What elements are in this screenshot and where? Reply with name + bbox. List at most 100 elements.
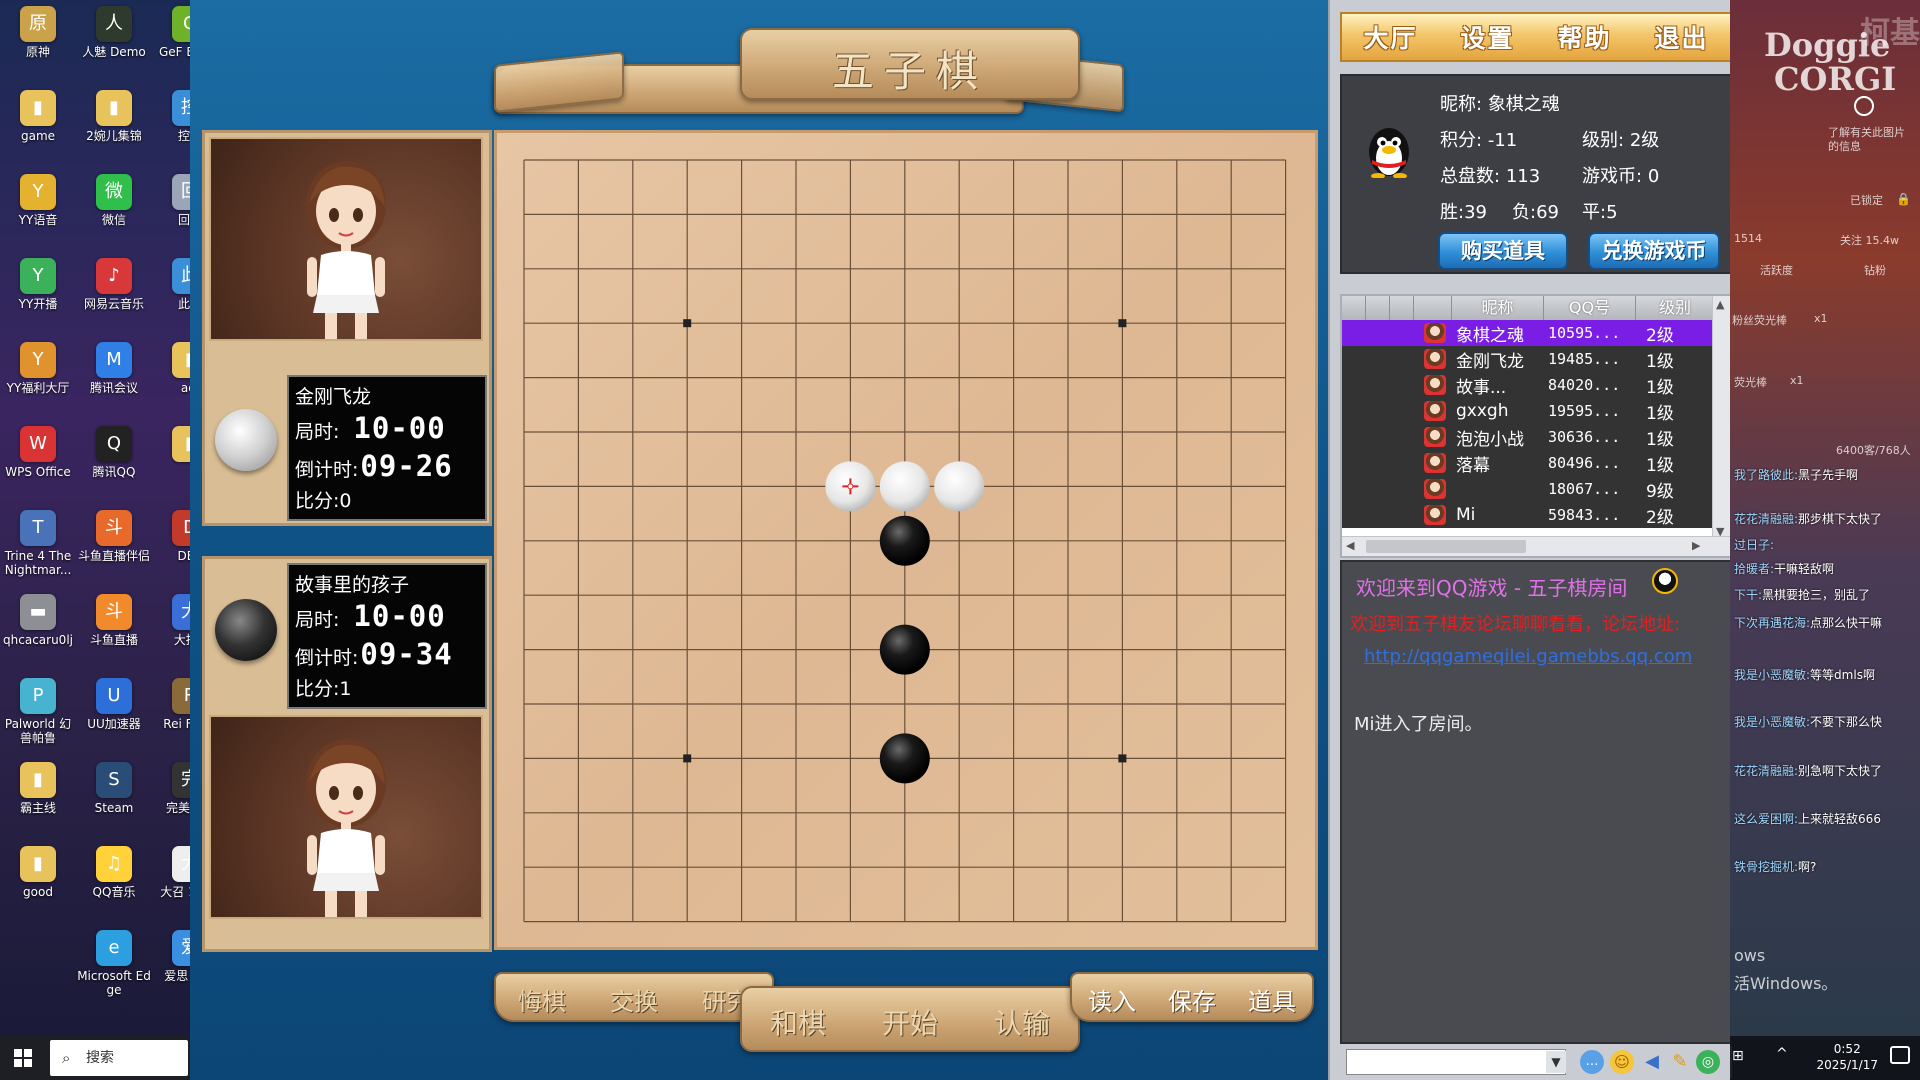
- desktop-icon[interactable]: 回回收: [152, 168, 190, 252]
- globe-icon[interactable]: ◎: [1696, 1050, 1720, 1074]
- desktop-icon[interactable]: P Palworld 幻兽帕鲁: [0, 672, 76, 756]
- danmaku-message: 我是小恶魔敏:不要下那么快: [1734, 713, 1882, 730]
- wrench-icon[interactable]: ✎: [1668, 1050, 1692, 1074]
- action-button[interactable]: 悔棋: [518, 982, 566, 1017]
- menu-exit[interactable]: 退出: [1654, 19, 1708, 55]
- desktop-icon[interactable]: Q 腾讯QQ: [76, 420, 152, 504]
- desktop-icon[interactable]: ▮: [152, 420, 190, 504]
- player-row[interactable]: 落幕 80496... 1级: [1342, 450, 1714, 476]
- lens-icon[interactable]: [1854, 96, 1874, 116]
- app-icon: 大: [172, 594, 190, 630]
- buy-item-button[interactable]: 购买道具: [1438, 232, 1568, 270]
- scroll-right-icon[interactable]: ▶: [1692, 539, 1700, 552]
- desktop-icon[interactable]: M 腾讯会议: [76, 336, 152, 420]
- dropdown-arrow-icon[interactable]: ▼: [1546, 1051, 1566, 1073]
- desktop-icon[interactable]: U UU加速器: [76, 672, 152, 756]
- desktop-icon[interactable]: 微微信: [76, 168, 152, 252]
- desktop-icon[interactable]: W WPS Office: [0, 420, 76, 504]
- player-list-hscroll[interactable]: ◀ ▶: [1342, 536, 1730, 556]
- desktop-icon[interactable]: 大大拼A: [152, 588, 190, 672]
- desktop-icon[interactable]: 此此电: [152, 252, 190, 336]
- desktop-icon[interactable]: ▮ good: [0, 840, 76, 924]
- taskbar-search[interactable]: ⌕ 搜索: [50, 1040, 188, 1076]
- desktop-icon[interactable]: ▮ 2婉儿集锦: [76, 84, 152, 168]
- scroll-thumb[interactable]: [1366, 540, 1526, 553]
- app-icon: 人: [96, 6, 132, 42]
- board-grid[interactable]: [497, 133, 1315, 947]
- desktop-icon[interactable]: ▮ game: [0, 84, 76, 168]
- action-button[interactable]: 和棋: [770, 1002, 826, 1042]
- desktop-icon[interactable]: R Rei Fortu: [152, 672, 190, 756]
- col-nickname[interactable]: 昵称: [1452, 296, 1544, 320]
- speech-bubble-icon[interactable]: …: [1580, 1050, 1604, 1074]
- desktop-icon[interactable]: G GeF Exper: [152, 0, 190, 84]
- action-button[interactable]: 保存: [1168, 982, 1216, 1017]
- tray-time: 0:52: [1833, 1042, 1861, 1056]
- desktop-icon[interactable]: e Microsoft Edge: [76, 924, 152, 1008]
- player-row[interactable]: 金刚飞龙 19485... 1级: [1342, 346, 1714, 372]
- action-button[interactable]: 交换: [610, 982, 658, 1017]
- player-list[interactable]: 昵称 QQ号 级别 象棋之魂 10595... 2级 金刚飞龙 19485... 1级 故事…: [1340, 294, 1732, 558]
- scroll-up-icon[interactable]: ▲: [1716, 298, 1724, 311]
- stream-image-info[interactable]: 了解有关此图片的信息: [1828, 126, 1912, 154]
- desktop-icon[interactable]: ♫ QQ音乐: [76, 840, 152, 924]
- col-qq[interactable]: QQ号: [1544, 296, 1636, 320]
- score-label: 比分:: [295, 490, 340, 512]
- speaker-icon[interactable]: ◀: [1640, 1050, 1664, 1074]
- windows-start-icon[interactable]: [14, 1049, 32, 1067]
- desktop-icon[interactable]: S Steam: [76, 756, 152, 840]
- app-icon: ▮: [20, 90, 56, 126]
- desktop-icon[interactable]: 大大召 10(Ri: [152, 840, 190, 924]
- player-row[interactable]: Mi 59843... 2级: [1342, 502, 1714, 528]
- action-button[interactable]: 开始: [882, 1002, 938, 1042]
- desktop-icon[interactable]: ▮ 霸主线: [0, 756, 76, 840]
- player-row[interactable]: 泡泡小战 30636... 1级: [1342, 424, 1714, 450]
- menu-lobby[interactable]: 大厅: [1363, 19, 1417, 55]
- player-row[interactable]: 故事... 84020... 1级: [1342, 372, 1714, 398]
- chevron-up-icon[interactable]: ^: [1776, 1046, 1788, 1062]
- game-time-label: 局时:: [295, 421, 340, 443]
- top-player-game-time: 10-00: [353, 411, 446, 445]
- player-row[interactable]: gxxgh 19595... 1级: [1342, 398, 1714, 424]
- player-list-vscroll[interactable]: ▲ ▼: [1712, 296, 1730, 540]
- menu-help[interactable]: 帮助: [1557, 19, 1611, 55]
- keyboard-icon[interactable]: ⊞: [1732, 1048, 1744, 1064]
- exchange-coins-button[interactable]: 兑换游戏币: [1588, 232, 1720, 270]
- desktop-icon[interactable]: 斗斗鱼直播: [76, 588, 152, 672]
- col-level[interactable]: 级别: [1636, 296, 1714, 320]
- menu-settings[interactable]: 设置: [1460, 19, 1514, 55]
- player-row[interactable]: 18067... 9级: [1342, 476, 1714, 502]
- desktop-icon[interactable]: Y YY福利大厅: [0, 336, 76, 420]
- chat-input[interactable]: [1346, 1049, 1566, 1075]
- action-button[interactable]: 道具: [1248, 982, 1296, 1017]
- bottom-player-panel: 故事里的孩子 局时: 10-00 倒计时:09-34 比分:1: [202, 556, 492, 952]
- action-button[interactable]: 读入: [1088, 982, 1136, 1017]
- player-nickname: 故事...: [1456, 377, 1507, 398]
- desktop-icon[interactable]: 爱爱思 8.0(: [152, 924, 190, 1008]
- coins-value: 0: [1647, 166, 1660, 187]
- desktop-icon[interactable]: 完完美世界: [152, 756, 190, 840]
- tray-clock[interactable]: 0:52 2025/1/17: [1816, 1041, 1878, 1073]
- desktop-icon[interactable]: 控控制: [152, 84, 190, 168]
- notification-icon[interactable]: [1890, 1046, 1910, 1064]
- draw-label: 平:: [1582, 202, 1607, 223]
- action-button[interactable]: 认输: [994, 1002, 1050, 1042]
- desktop-icon[interactable]: Y YY语音: [0, 168, 76, 252]
- desktop-icon[interactable]: T Trine 4 The Nightmar...: [0, 504, 76, 588]
- desktop-icon[interactable]: ♪ 网易云音乐: [76, 252, 152, 336]
- chat-forum-link[interactable]: http://qqgameqilei.gamebbs.qq.com: [1364, 646, 1692, 667]
- danmaku-message: 我是小恶魔敏:等等dmls啊: [1734, 666, 1875, 683]
- player-row[interactable]: 象棋之魂 10595... 2级: [1342, 320, 1714, 346]
- desktop-icon[interactable]: 斗斗鱼直播伴侣: [76, 504, 152, 588]
- scroll-left-icon[interactable]: ◀: [1346, 539, 1354, 552]
- gomoku-board[interactable]: [494, 130, 1318, 950]
- desktop-icon-label: 完美世界: [165, 801, 190, 815]
- desktop-icon[interactable]: Y YY开播: [0, 252, 76, 336]
- desktop-icon[interactable]: D DEV: [152, 504, 190, 588]
- desktop-icon[interactable]: ▬ qhcacaru0lj: [0, 588, 76, 672]
- desktop-icon[interactable]: 原原神: [0, 0, 76, 84]
- player-level: 1级: [1646, 429, 1674, 450]
- desktop-icon[interactable]: ▮ adi: [152, 336, 190, 420]
- emoji-icon[interactable]: ☺: [1610, 1050, 1634, 1074]
- desktop-icon[interactable]: 人人魅 Demo: [76, 0, 152, 84]
